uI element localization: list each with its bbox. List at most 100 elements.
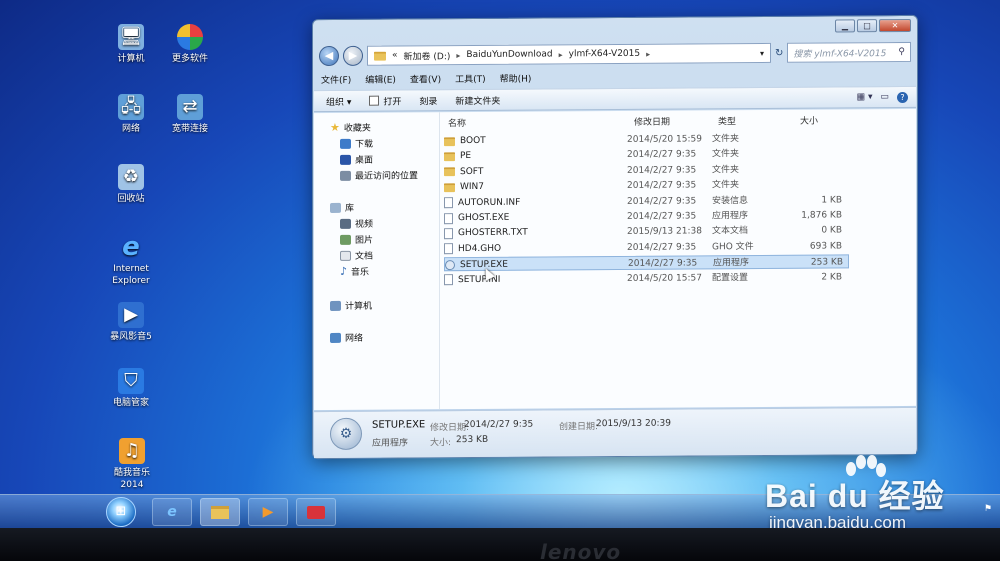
nav-documents[interactable]: 文档: [340, 249, 373, 262]
forward-button[interactable]: ▶: [343, 45, 363, 66]
preview-pane-icon[interactable]: ▭: [880, 92, 889, 103]
menu-edit[interactable]: 编辑(E): [365, 73, 396, 89]
chevron-down-icon[interactable]: ▾: [760, 48, 764, 57]
nav-recent-places[interactable]: 最近访问的位置: [340, 168, 418, 182]
flag-icon: ⚑: [983, 504, 992, 514]
menu-help[interactable]: 帮助(H): [500, 72, 532, 88]
computer-icon: 🖥: [118, 24, 144, 50]
desktop: 🖥 计算机 更多软件 🖧 网络 ⇄ 宽带连接 ♻ 回收站 e Internet …: [0, 0, 1000, 538]
file-size: 693 KB: [809, 241, 842, 252]
breadcrumb-current-folder[interactable]: ylmf-X64-V2015: [569, 49, 640, 59]
nav-network[interactable]: 网络: [330, 331, 363, 344]
menu-view[interactable]: 查看(V): [410, 72, 441, 88]
menu-tools[interactable]: 工具(T): [455, 72, 486, 88]
address-bar[interactable]: « 新加卷 (D:) ▸ BaiduYunDownload ▸ ylmf-X64…: [367, 42, 771, 66]
media-player-icon: ▶: [118, 302, 144, 328]
desktop-icon-recycle-bin[interactable]: ♻ 回收站: [96, 164, 166, 205]
system-tray[interactable]: ⚑: [984, 504, 992, 514]
toolbox-icon: [307, 505, 325, 519]
navigation-row: ◀ ▶ « 新加卷 (D:) ▸ BaiduYunDownload ▸ ylmf…: [319, 40, 911, 68]
file-row[interactable]: BOOT 2014/5/20 15:59 文件夹: [444, 131, 849, 148]
taskbar-explorer[interactable]: [200, 498, 240, 526]
nav-downloads[interactable]: 下载: [340, 137, 373, 150]
ie-icon: e: [122, 232, 140, 262]
start-button[interactable]: ⊞: [106, 497, 136, 527]
file-icon: [444, 212, 453, 224]
file-row[interactable]: HD4.GHO 2014/2/27 9:35 GHO 文件 693 KB: [444, 239, 849, 256]
video-icon: [340, 218, 351, 229]
chevron-right-icon: ▸: [558, 49, 563, 59]
menu-file[interactable]: 文件(F): [321, 73, 351, 89]
file-row[interactable]: PE 2014/2/27 9:35 文件夹: [444, 147, 849, 164]
taskbar-media-player[interactable]: ▶: [248, 498, 288, 526]
file-name: BOOT: [444, 133, 614, 148]
file-name: GHOST.EXE: [444, 210, 614, 225]
view-options-icon[interactable]: ▦ ▾: [857, 92, 873, 103]
desktop-icon-kuwo-music[interactable]: ♫ 酷我音乐 2014: [96, 438, 168, 491]
search-input[interactable]: 搜索 ylmf-X64-V2015 ⚲: [787, 41, 911, 63]
file-row[interactable]: GHOSTERR.TXT 2015/9/13 21:38 文本文档 0 KB: [444, 224, 849, 241]
new-folder-button[interactable]: 新建文件夹: [455, 93, 500, 106]
file-row[interactable]: GHOST.EXE 2014/2/27 9:35 应用程序 1,876 KB: [444, 208, 849, 225]
file-list: 名称 修改日期 类型 大小 BOOT 2014/5/20 15:59 文件夹 PE 20…: [444, 109, 914, 409]
open-button[interactable]: 打开: [369, 94, 401, 107]
desktop-icon-media-player[interactable]: ▶ 暴风影音5: [96, 302, 166, 343]
nav-desktop[interactable]: 桌面: [340, 153, 373, 166]
desktop-icon-pc-manager[interactable]: ⛉ 电脑管家: [96, 368, 166, 409]
breadcrumb-drive[interactable]: 新加卷 (D:): [404, 49, 451, 62]
colorful-app-icon: [177, 24, 203, 50]
file-row[interactable]: AUTORUN.INF 2014/2/27 9:35 安装信息 1 KB: [444, 193, 849, 210]
folder-icon: [374, 51, 386, 61]
ie-icon: e: [167, 504, 177, 520]
desktop-icon-broadband[interactable]: ⇄ 宽带连接: [155, 94, 225, 135]
taskbar-internet-explorer[interactable]: e: [152, 498, 192, 526]
file-type: 文件夹: [712, 134, 740, 145]
breadcrumb-overflow[interactable]: «: [392, 51, 398, 61]
file-type: 文件夹: [712, 180, 740, 191]
file-name: GHOSTERR.TXT: [444, 225, 614, 240]
folder-icon: [444, 136, 455, 146]
desktop-icon-internet-explorer[interactable]: e Internet Explorer: [96, 234, 166, 287]
file-row[interactable]: SETUP.INI 2014/5/20 15:57 配置设置 2 KB: [444, 270, 849, 287]
desktop-icon-more-software[interactable]: 更多软件: [155, 24, 225, 65]
file-row[interactable]: SOFT 2014/2/27 9:35 文件夹: [444, 162, 849, 179]
back-button[interactable]: ◀: [319, 45, 339, 67]
close-button[interactable]: ✕: [879, 18, 911, 33]
nav-favorites[interactable]: ★ 收藏夹: [330, 121, 371, 134]
maximize-button[interactable]: □: [857, 19, 877, 33]
file-date: 2014/2/27 9:35: [627, 211, 697, 222]
chevron-right-icon: ▸: [646, 49, 651, 59]
folder-icon: [444, 152, 455, 162]
taskbar-toolbox[interactable]: [296, 498, 336, 526]
nav-libraries[interactable]: 库: [330, 201, 354, 214]
details-size-label: 大小:: [430, 438, 452, 449]
library-icon: [330, 202, 341, 213]
file-date: 2014/2/27 9:35: [627, 242, 697, 253]
nav-pictures[interactable]: 图片: [340, 233, 373, 246]
column-header-type[interactable]: 类型: [718, 114, 736, 127]
file-row[interactable]: SETUP.EXE 2014/2/27 9:35 应用程序 253 KB: [444, 254, 849, 272]
broadband-icon: ⇄: [177, 94, 203, 120]
refresh-icon[interactable]: ↻: [775, 47, 783, 58]
search-icon: ⚲: [898, 46, 905, 58]
column-header-name[interactable]: 名称: [448, 116, 466, 129]
document-icon: [340, 250, 351, 261]
nav-computer[interactable]: 计算机: [330, 299, 372, 312]
details-created-label: 创建日期:: [559, 422, 599, 433]
organize-button[interactable]: 组织 ▾: [326, 94, 351, 107]
recycle-bin-icon: ♻: [118, 164, 144, 190]
nav-music[interactable]: ♪ 音乐: [340, 265, 369, 278]
column-header-size[interactable]: 大小: [800, 114, 818, 127]
file-name: WIN7: [444, 179, 614, 194]
help-icon[interactable]: ?: [897, 91, 908, 103]
details-filename: SETUP.EXE: [372, 419, 426, 431]
file-name: HD4.GHO: [444, 241, 614, 256]
breadcrumb-download-folder[interactable]: BaiduYunDownload: [466, 49, 552, 60]
burn-button[interactable]: 刻录: [419, 94, 437, 107]
file-name: PE: [444, 148, 614, 163]
monitor-bezel: [0, 528, 1000, 561]
column-header-date[interactable]: 修改日期: [634, 115, 670, 128]
minimize-button[interactable]: ▁: [835, 19, 855, 33]
nav-videos[interactable]: 视频: [340, 217, 373, 230]
file-row[interactable]: WIN7 2014/2/27 9:35 文件夹: [444, 178, 849, 195]
